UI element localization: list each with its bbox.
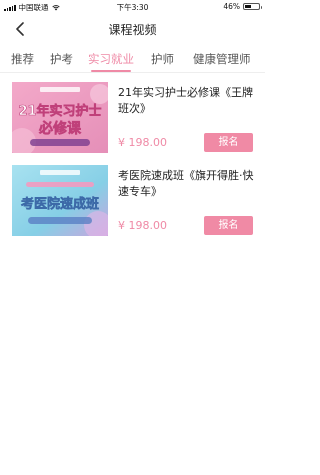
tab-recommend[interactable]: 推荐 <box>11 51 34 67</box>
status-bar: 中国联通 下午3:30 46% <box>0 0 265 13</box>
battery-icon <box>243 3 262 10</box>
signup-button[interactable]: 报名 <box>204 133 253 152</box>
signup-button[interactable]: 报名 <box>204 216 253 235</box>
tab-health-manager[interactable]: 健康管理师 <box>193 51 251 67</box>
thumb-title-line2: 必修课 <box>38 120 82 137</box>
category-tabs: 推荐 护考 实习就业 护师 健康管理师 <box>0 45 265 73</box>
nav-bar: 课程视频 <box>0 13 265 45</box>
tab-internship-employment[interactable]: 实习就业 <box>88 51 134 67</box>
tab-nurse-exam[interactable]: 护考 <box>50 51 73 67</box>
thumb-title-line1: 21年实习护士 <box>18 103 101 119</box>
course-price: ¥ 198.00 <box>118 219 167 232</box>
course-price: ¥ 198.00 <box>118 136 167 149</box>
active-tab-indicator <box>91 70 131 72</box>
course-card[interactable]: 21年实习护士 必修课 21年实习护士必修课《王牌班次》 ¥ 198.00 报名 <box>12 82 257 162</box>
course-title: 21年实习护士必修课《王牌班次》 <box>118 86 253 115</box>
course-thumbnail: 21年实习护士 必修课 <box>12 82 108 153</box>
tab-nurse-practitioner[interactable]: 护师 <box>151 51 174 67</box>
course-thumbnail: 考医院速成班 <box>12 165 108 236</box>
page-title: 课程视频 <box>108 23 157 37</box>
battery-percent: 46% <box>223 2 240 11</box>
thumb-title-line1: 考医院速成班 <box>21 196 99 212</box>
course-title: 考医院速成班《旗开得胜·快速专车》 <box>118 169 254 198</box>
course-card[interactable]: 考医院速成班 考医院速成班《旗开得胜·快速专车》 ¥ 198.00 报名 <box>12 165 257 245</box>
